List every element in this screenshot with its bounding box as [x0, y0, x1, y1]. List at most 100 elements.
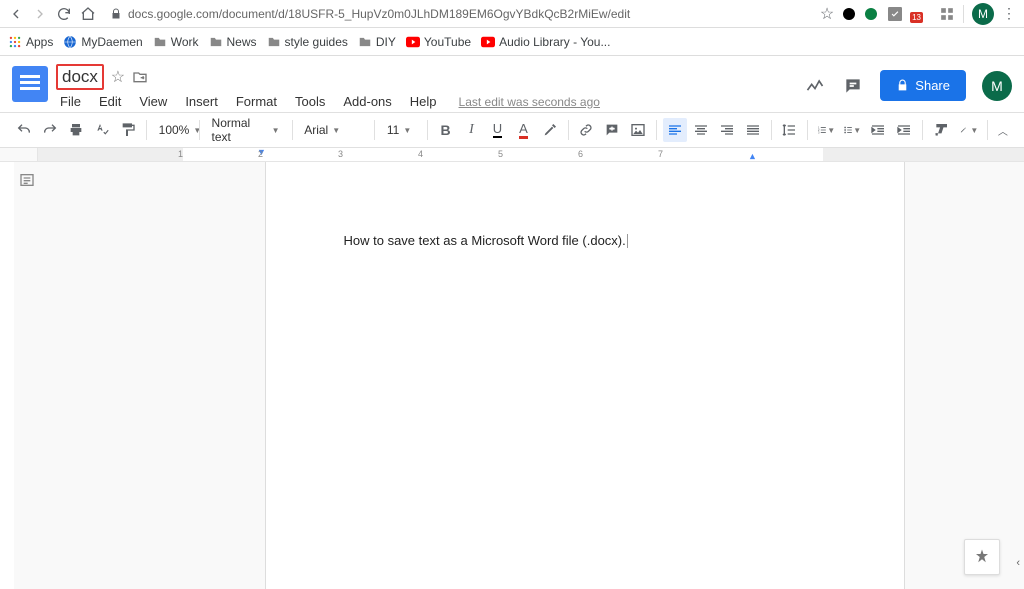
document-page[interactable]: How to save text as a Microsoft Word fil… [265, 162, 905, 589]
increase-indent-icon[interactable] [892, 118, 916, 142]
ruler-number: 1 [178, 149, 183, 159]
chevron-down-icon: ▼ [193, 126, 201, 135]
menu-format[interactable]: Format [232, 92, 281, 111]
paragraph-style-selector[interactable]: Normal text▼ [206, 116, 286, 144]
forward-icon[interactable] [32, 6, 48, 22]
bookmark-diy[interactable]: DIY [358, 35, 396, 49]
explore-button[interactable] [964, 539, 1000, 575]
chevron-down-icon: ▼ [403, 126, 411, 135]
numbered-list-icon[interactable]: 123▼ [814, 118, 838, 142]
document-title[interactable]: docx [56, 64, 104, 90]
spellcheck-icon[interactable] [90, 118, 114, 142]
text-color-icon[interactable]: A [512, 118, 536, 142]
document-canvas: How to save text as a Microsoft Word fil… [0, 162, 1024, 589]
image-icon[interactable] [626, 118, 650, 142]
comments-icon[interactable] [842, 75, 864, 97]
ruler-number: 5 [498, 149, 503, 159]
star-icon[interactable]: ☆ [110, 69, 126, 85]
bookmark-news[interactable]: News [209, 35, 257, 49]
menu-insert[interactable]: Insert [181, 92, 222, 111]
link-icon[interactable] [574, 118, 598, 142]
menu-help[interactable]: Help [406, 92, 441, 111]
highlight-icon[interactable] [538, 118, 562, 142]
right-indent-marker-icon[interactable]: ▼ [748, 152, 757, 161]
share-button[interactable]: Share [880, 70, 966, 101]
line-spacing-icon[interactable] [777, 118, 801, 142]
ext-icon-lastpass[interactable]: 13 [913, 6, 929, 22]
comment-icon[interactable] [600, 118, 624, 142]
text-cursor [627, 234, 628, 248]
url-text: docs.google.com/document/d/18USFR-5_HupV… [128, 7, 630, 21]
horizontal-ruler[interactable]: ▼ ▼ 1 2 3 4 5 6 7 [0, 148, 1024, 162]
home-icon[interactable] [80, 6, 96, 22]
back-icon[interactable] [8, 6, 24, 22]
menu-file[interactable]: File [56, 92, 85, 111]
bookmark-star-icon[interactable]: ☆ [819, 6, 835, 22]
decrease-indent-icon[interactable] [866, 118, 890, 142]
ext-icon-1[interactable] [843, 8, 855, 20]
bookmark-mydaemen[interactable]: MyDaemen [63, 35, 142, 49]
document-outline-icon[interactable] [19, 172, 33, 186]
ext-icon-3[interactable] [887, 6, 903, 22]
bookmark-youtube[interactable]: YouTube [406, 35, 471, 49]
profile-avatar[interactable]: M [972, 3, 994, 25]
paint-format-icon[interactable] [116, 118, 140, 142]
vertical-ruler[interactable] [0, 162, 14, 589]
align-center-icon[interactable] [689, 118, 713, 142]
activity-trend-icon[interactable] [804, 75, 826, 97]
bookmark-audiolibrary[interactable]: Audio Library - You... [481, 35, 610, 49]
youtube-icon [406, 35, 420, 49]
folder-icon [153, 35, 167, 49]
bookmark-styleguides[interactable]: style guides [267, 35, 348, 49]
address-bar[interactable]: docs.google.com/document/d/18USFR-5_HupV… [104, 7, 811, 21]
redo-icon[interactable] [38, 118, 62, 142]
youtube-icon [481, 35, 495, 49]
browser-toolbar: docs.google.com/document/d/18USFR-5_HupV… [0, 0, 1024, 28]
font-size-selector[interactable]: 11▼ [381, 123, 421, 137]
reload-icon[interactable] [56, 6, 72, 22]
last-edit-link[interactable]: Last edit was seconds ago [459, 95, 600, 109]
chevron-down-icon: ▼ [853, 126, 861, 135]
print-icon[interactable] [64, 118, 88, 142]
move-icon[interactable] [132, 69, 148, 85]
align-right-icon[interactable] [715, 118, 739, 142]
align-left-icon[interactable] [663, 118, 687, 142]
chevron-down-icon: ▼ [970, 126, 978, 135]
ext-icon-grid[interactable] [939, 6, 955, 22]
collapse-toolbar-icon[interactable]: ︿ [994, 123, 1012, 138]
bookmarks-bar: Apps MyDaemen Work News style guides DIY… [0, 28, 1024, 56]
menu-edit[interactable]: Edit [95, 92, 125, 111]
clear-formatting-icon[interactable] [929, 118, 953, 142]
chrome-menu-icon[interactable]: ⋮ [1002, 5, 1016, 22]
ruler-number: 6 [578, 149, 583, 159]
bold-icon[interactable]: B [434, 118, 458, 142]
menu-view[interactable]: View [135, 92, 171, 111]
menu-addons[interactable]: Add-ons [339, 92, 395, 111]
ext-icon-2[interactable] [865, 8, 877, 20]
folder-icon [358, 35, 372, 49]
italic-icon[interactable]: I [460, 118, 484, 142]
zoom-selector[interactable]: 100%▼ [153, 123, 193, 137]
svg-text:3: 3 [818, 130, 820, 134]
ruler-number: 3 [338, 149, 343, 159]
lock-icon [110, 8, 122, 20]
chevron-down-icon: ▼ [827, 126, 835, 135]
underline-icon[interactable]: U [486, 118, 510, 142]
font-selector[interactable]: Arial▼ [298, 123, 368, 137]
bulleted-list-icon[interactable]: ▼ [840, 118, 864, 142]
align-justify-icon[interactable] [741, 118, 765, 142]
lock-icon [896, 79, 909, 92]
undo-icon[interactable] [12, 118, 36, 142]
formatting-toolbar: 100%▼ Normal text▼ Arial▼ 11▼ B I U A 12… [0, 112, 1024, 148]
editing-mode-selector[interactable]: ▼ [957, 118, 981, 142]
docs-logo-icon[interactable] [12, 66, 48, 102]
apps-shortcut[interactable]: Apps [8, 35, 53, 49]
menu-tools[interactable]: Tools [291, 92, 329, 111]
account-avatar[interactable]: M [982, 71, 1012, 101]
scroll-left-icon[interactable]: ‹ [1016, 557, 1020, 569]
chevron-down-icon: ▼ [332, 126, 340, 135]
bookmark-work[interactable]: Work [153, 35, 199, 49]
ruler-number: 4 [418, 149, 423, 159]
document-body-text[interactable]: How to save text as a Microsoft Word fil… [344, 233, 626, 248]
folder-icon [267, 35, 281, 49]
